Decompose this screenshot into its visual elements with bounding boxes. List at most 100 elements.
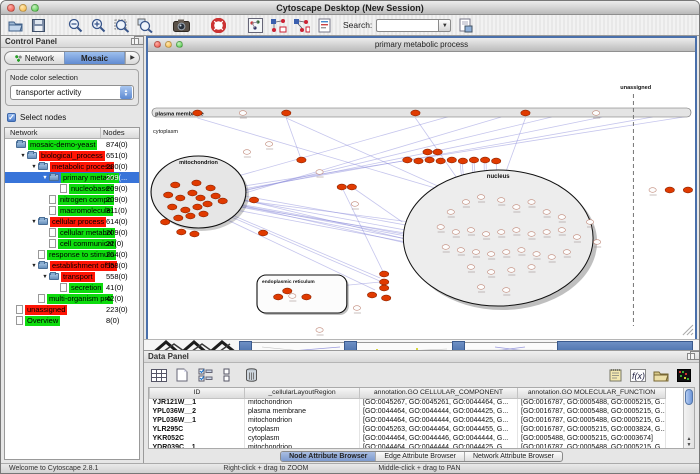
graph-node[interactable] [411, 110, 420, 116]
graph-node[interactable] [297, 157, 306, 163]
tabs-overflow-button[interactable]: ▶ [125, 52, 139, 65]
tree-expand-icon[interactable]: ▼ [41, 175, 49, 181]
tree-row[interactable]: secretion41(0) [5, 282, 139, 293]
graph-node[interactable] [193, 110, 202, 116]
scrollbar-arrows[interactable]: ▲▼ [684, 436, 694, 448]
graph-node[interactable] [513, 228, 520, 233]
graph-node[interactable] [498, 230, 505, 235]
tab-network[interactable]: Network [5, 52, 64, 65]
graph-node[interactable] [533, 252, 540, 257]
graph-node[interactable] [467, 265, 474, 270]
tree-row[interactable]: mosaic-demo-yeast874(0) [5, 139, 139, 150]
tree-row[interactable]: ▼establishment of lo558(0) [5, 260, 139, 271]
search-dropdown-button[interactable]: ▼ [438, 19, 451, 32]
graph-node[interactable] [193, 204, 202, 210]
graph-node[interactable] [482, 232, 489, 237]
tree-row[interactable]: ▼biological_process651(0) [5, 150, 139, 161]
delete-attribute-icon[interactable] [242, 366, 260, 384]
column-header[interactable]: annotation.GO CELLULAR_COMPONENT [360, 388, 518, 398]
layout-a-icon[interactable] [270, 17, 287, 34]
graph-node[interactable] [458, 158, 467, 164]
tree-row[interactable]: multi-organism pro42(0) [5, 293, 139, 304]
table-cell[interactable]: YPL036W__1 [150, 416, 245, 425]
tree-header[interactable]: Network Nodes [5, 128, 139, 139]
graph-node[interactable] [316, 170, 323, 175]
graph-node[interactable] [503, 288, 510, 293]
table-cell[interactable]: [GO:0045263, GO:0044464, GO:0044455, G..… [360, 425, 518, 434]
table-row[interactable]: YPL036W__1mitochondrion[GO:0044464, GO:0… [150, 416, 666, 425]
help-icon[interactable] [210, 17, 227, 34]
tab-mosaic[interactable]: Mosaic [64, 52, 125, 65]
region-nucleus[interactable] [403, 170, 593, 306]
graph-node[interactable] [423, 149, 432, 155]
graph-node[interactable] [503, 250, 510, 255]
graph-node[interactable] [380, 285, 389, 291]
table-row[interactable]: YDR039C__1mitochondrion[GO:0044464, GO:0… [150, 443, 666, 449]
float-panel-icon[interactable] [131, 38, 139, 45]
table-row[interactable]: YJR121W__1mitochondrion[GO:0045267, GO:0… [150, 398, 666, 407]
column-header[interactable]: _cellularLayoutRegion [245, 388, 360, 398]
table-cell[interactable]: [GO:0016787, GO:0005215, GO:0003824, G..… [518, 425, 666, 434]
tree-row[interactable]: ▼cellular process614(0) [5, 216, 139, 227]
graph-node[interactable] [477, 195, 484, 200]
graph-node[interactable] [403, 157, 412, 163]
graph-node[interactable] [171, 182, 180, 188]
column-header[interactable]: ID [150, 388, 245, 398]
zoom-selected-icon[interactable] [136, 17, 153, 34]
graph-node[interactable] [548, 255, 555, 260]
table-row[interactable]: YLR295Ccytoplasm[GO:0045263, GO:0044464,… [150, 425, 666, 434]
scrollbar-thumb[interactable] [685, 389, 693, 405]
table-cell[interactable]: YKR052C [150, 434, 245, 443]
graph-node[interactable] [563, 250, 570, 255]
graph-node[interactable] [488, 270, 495, 275]
graph-node[interactable] [437, 225, 444, 230]
table-cell[interactable]: mitochondrion [245, 443, 360, 449]
tree-row[interactable]: Overview8(0) [5, 315, 139, 326]
graph-node[interactable] [469, 157, 478, 163]
graph-node[interactable] [488, 252, 495, 257]
graph-node[interactable] [203, 201, 212, 207]
graph-node[interactable] [480, 157, 489, 163]
graph-node[interactable] [528, 265, 535, 270]
background-window-content[interactable] [357, 342, 452, 350]
table-cell[interactable]: [GO:0044464, GO:0044444, GO:0044425, G..… [360, 443, 518, 449]
graph-node[interactable] [196, 195, 205, 201]
manage-networks-icon[interactable] [247, 17, 264, 34]
graph-node[interactable] [457, 248, 464, 253]
graph-node[interactable] [521, 110, 530, 116]
graph-node[interactable] [665, 187, 674, 193]
zoom-fit-icon[interactable] [113, 17, 130, 34]
graph-node[interactable] [190, 231, 199, 237]
table-cell[interactable]: plasma membrane [245, 407, 360, 416]
graph-node[interactable] [498, 198, 505, 203]
table-cell[interactable]: [GO:0016787, GO:0005488, GO:0005215, G..… [518, 398, 666, 407]
graph-node[interactable] [258, 230, 267, 236]
tree-expand-icon[interactable]: ▼ [30, 263, 38, 269]
table-cell[interactable]: YLR295C [150, 425, 245, 434]
zoom-in-icon[interactable] [90, 17, 107, 34]
tree-col-network[interactable]: Network [5, 128, 101, 138]
graph-node[interactable] [283, 288, 292, 294]
node-color-dropdown[interactable]: transporter activity ▲▼ [10, 85, 134, 100]
tree-row[interactable]: response to stimulu264(0) [5, 249, 139, 260]
table-cell[interactable]: mitochondrion [245, 398, 360, 407]
network-canvas[interactable]: plasma membrane cytoplasm mitochondrion … [148, 52, 695, 337]
graph-node[interactable] [177, 229, 186, 235]
tree-expand-icon[interactable]: ▼ [30, 164, 38, 170]
graph-node[interactable] [518, 248, 525, 253]
tree-expand-icon[interactable]: ▼ [30, 219, 38, 225]
graph-node[interactable] [316, 328, 323, 333]
graph-node[interactable] [462, 200, 469, 205]
graph-node[interactable] [186, 213, 195, 219]
tree-row[interactable]: macromolecule311(0) [5, 205, 139, 216]
tree-row[interactable]: ▼transport558(0) [5, 271, 139, 282]
graph-node[interactable] [367, 292, 376, 298]
graph-node[interactable] [168, 204, 177, 210]
graph-edge[interactable] [286, 118, 301, 160]
graph-node[interactable] [302, 294, 311, 300]
table-cell[interactable]: cytoplasm [245, 434, 360, 443]
zoom-out-icon[interactable] [67, 17, 84, 34]
function-builder-icon[interactable]: f(x) [629, 366, 647, 384]
graph-node[interactable] [433, 149, 442, 155]
tree-row[interactable]: nucleobase-209(0) [5, 183, 139, 194]
